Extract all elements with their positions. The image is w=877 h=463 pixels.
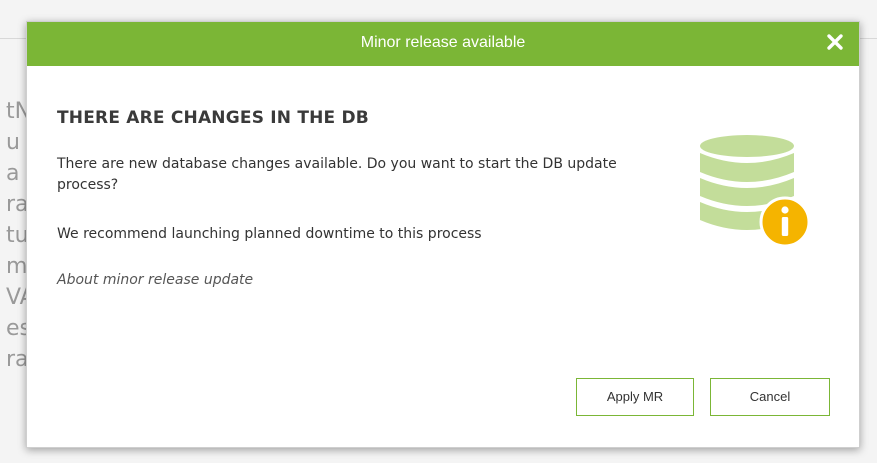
cancel-button[interactable]: Cancel — [710, 378, 830, 416]
apply-mr-button[interactable]: Apply MR — [576, 378, 694, 416]
dialog-header: Minor release available — [27, 22, 859, 66]
about-minor-release-link[interactable]: About minor release update — [57, 272, 253, 288]
dialog-title: Minor release available — [360, 34, 526, 51]
dialog-heading: THERE ARE CHANGES IN THE DB — [57, 108, 369, 128]
minor-release-dialog: Minor release available THERE ARE CHANGE… — [26, 21, 860, 448]
close-icon[interactable] — [825, 32, 845, 52]
database-info-icon — [695, 134, 815, 254]
dialog-message: There are new database changes available… — [57, 156, 617, 193]
dialog-recommendation: We recommend launching planned downtime … — [57, 226, 482, 242]
